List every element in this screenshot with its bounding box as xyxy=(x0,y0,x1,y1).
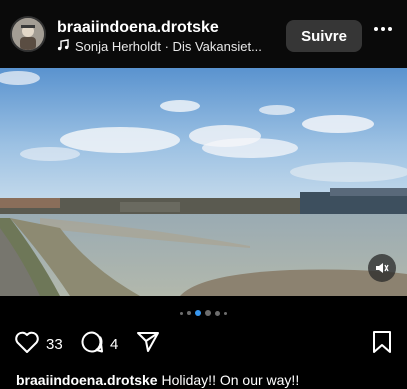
mute-icon[interactable] xyxy=(368,254,396,282)
music-note-icon xyxy=(57,39,69,54)
follow-button[interactable]: Suivre xyxy=(286,20,362,52)
username[interactable]: braaiindoena.drotske xyxy=(57,19,219,37)
more-options-icon[interactable] xyxy=(374,27,392,31)
carousel-dot xyxy=(205,310,211,316)
caption-username[interactable]: braaiindoena.drotske xyxy=(16,372,158,388)
carousel-dot xyxy=(180,311,183,315)
comment-group: 4 xyxy=(80,330,118,359)
like-count[interactable]: 33 xyxy=(46,336,63,353)
heart-icon[interactable] xyxy=(14,330,40,359)
post-photo[interactable] xyxy=(0,68,407,296)
comment-icon[interactable] xyxy=(80,330,104,359)
carousel-dot xyxy=(224,311,227,315)
carousel-dot-active xyxy=(195,310,201,316)
avatar[interactable] xyxy=(10,16,46,52)
action-bar: 33 4 xyxy=(0,330,407,358)
audio-label: Sonja Herholdt · Dis Vakansiet... xyxy=(75,39,262,54)
carousel-dot xyxy=(187,311,191,315)
carousel-dot xyxy=(215,310,220,316)
like-group: 33 xyxy=(14,330,63,359)
caption-text: Holiday!! On our way!! xyxy=(157,372,300,388)
carousel-indicator xyxy=(0,310,407,316)
bookmark-icon[interactable] xyxy=(371,330,393,354)
audio-attribution[interactable]: Sonja Herholdt · Dis Vakansiet... xyxy=(57,39,262,54)
comment-count[interactable]: 4 xyxy=(110,336,118,353)
send-icon[interactable] xyxy=(136,330,160,354)
post-header: braaiindoena.drotske Sonja Herholdt · Di… xyxy=(0,0,407,68)
caption: braaiindoena.drotske Holiday!! On our wa… xyxy=(16,372,299,388)
